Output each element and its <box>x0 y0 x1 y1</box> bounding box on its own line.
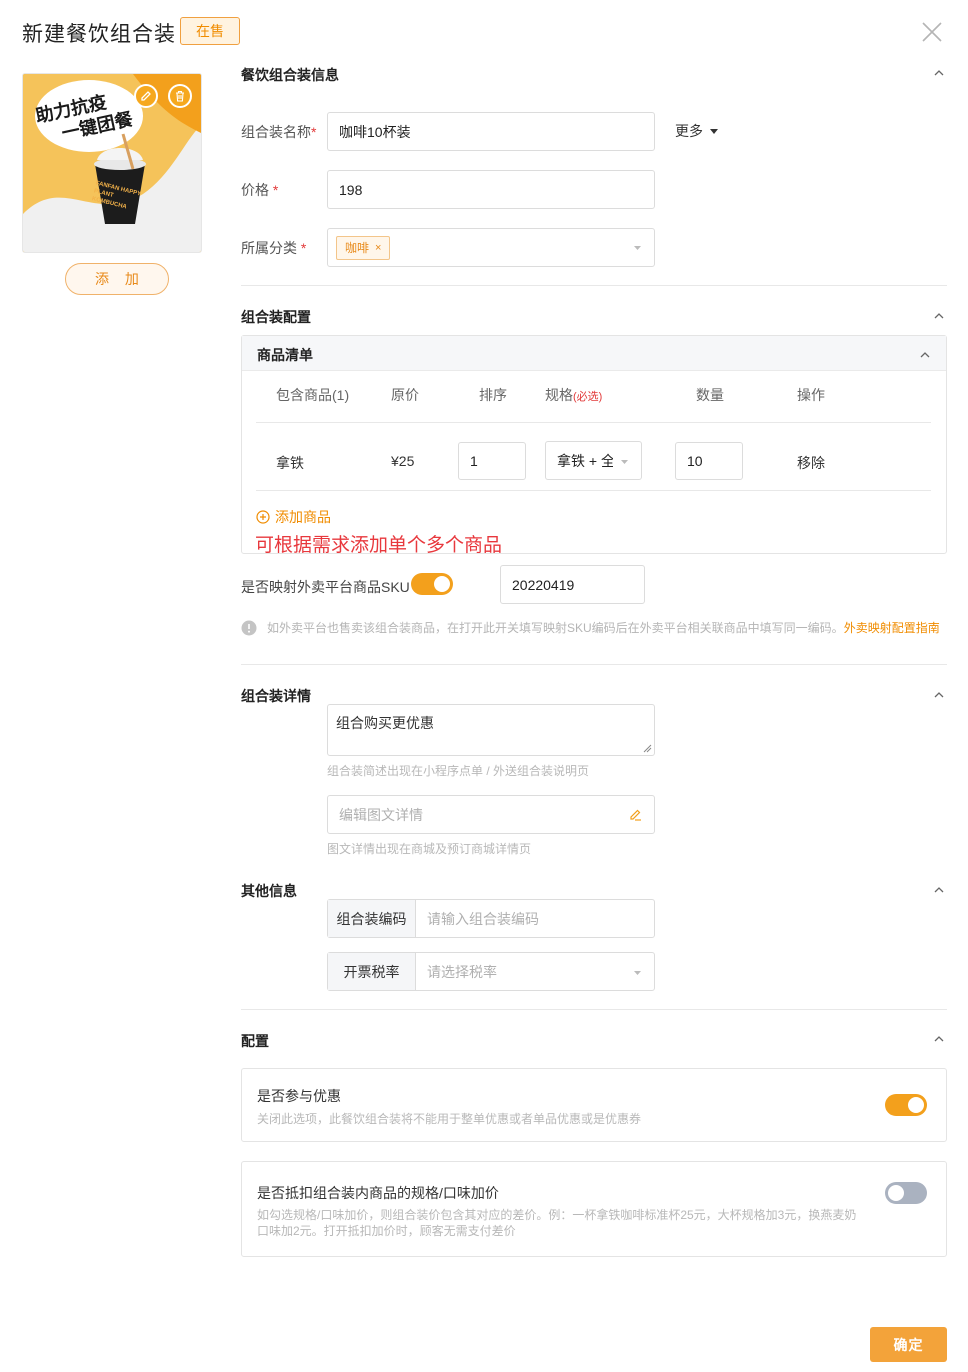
price-label: 价格 * <box>241 182 279 198</box>
sku-input[interactable]: 20220419 <box>500 565 645 604</box>
add-product-link[interactable]: 添加商品 <box>256 507 331 527</box>
caret-down-icon <box>710 129 718 134</box>
row-price: ¥25 <box>391 453 415 469</box>
description-textarea[interactable]: 组合购买更优惠 <box>327 704 655 756</box>
price-input[interactable]: 198 <box>327 170 655 209</box>
tax-rate-field[interactable]: 开票税率 请选择税率 <box>327 952 655 991</box>
more-dropdown[interactable]: 更多 <box>675 121 719 141</box>
combo-name-input[interactable]: 咖啡10杯装 <box>327 112 655 151</box>
sku-guide-link[interactable]: 外卖映射配置指南 <box>844 621 940 635</box>
discount-setting: 是否参与优惠 关闭此选项，此餐饮组合装将不能用于整单优惠或者单品优惠或是优惠券 <box>241 1068 947 1142</box>
discount-toggle[interactable] <box>885 1094 927 1116</box>
chevron-up-icon[interactable] <box>933 309 945 321</box>
info-icon <box>241 620 257 635</box>
row-sort-input[interactable]: 1 <box>458 442 526 480</box>
tax-rate-select[interactable]: 请选择税率 <box>416 953 654 990</box>
sku-toggle[interactable] <box>411 573 453 595</box>
sku-tip: 如外卖平台也售卖该组合装商品，在打开此开关填写映射SKU编码后在外卖平台相关联商… <box>241 619 940 636</box>
col-product: 包含商品(1) <box>276 387 350 403</box>
col-price: 原价 <box>391 387 419 403</box>
chevron-up-icon[interactable] <box>919 348 931 360</box>
category-select[interactable]: 咖啡 × <box>327 228 655 267</box>
combo-code-label: 组合装编码 <box>328 900 416 937</box>
resize-handle-icon <box>643 744 652 753</box>
offset-title: 是否抵扣组合装内商品的规格/口味加价 <box>257 1185 499 1201</box>
row-spec-select[interactable]: 拿铁 + 全 <box>545 441 642 480</box>
name-label: 组合装名称* <box>241 124 317 140</box>
col-sort: 排序 <box>479 387 507 403</box>
discount-title: 是否参与优惠 <box>257 1088 341 1104</box>
discount-desc: 关闭此选项，此餐饮组合装将不能用于整单优惠或者单品优惠或是优惠券 <box>257 1112 642 1126</box>
rich-detail-hint: 图文详情出现在商城及预订商城详情页 <box>327 842 532 856</box>
caret-down-icon <box>621 460 628 464</box>
section-title-basic: 餐饮组合装信息 <box>241 67 339 83</box>
edit-icon[interactable] <box>134 84 158 108</box>
status-badge: 在售 <box>180 17 240 45</box>
section-title-details: 组合装详情 <box>241 688 311 704</box>
row-product-name: 拿铁 <box>276 455 304 471</box>
section-title-other: 其他信息 <box>241 883 297 899</box>
caret-down-icon <box>634 971 641 975</box>
chevron-up-icon[interactable] <box>933 1032 945 1044</box>
tag-close-icon[interactable]: × <box>375 242 381 254</box>
close-icon[interactable] <box>920 20 944 44</box>
offset-toggle[interactable] <box>885 1182 927 1204</box>
chevron-up-icon[interactable] <box>933 688 945 700</box>
category-label: 所属分类 * <box>241 240 307 256</box>
confirm-button[interactable]: 确定 <box>870 1327 947 1362</box>
description-hint: 组合装简述出现在小程序点单 / 外送组合装说明页 <box>327 764 590 778</box>
combo-code-field[interactable]: 组合装编码 请输入组合装编码 <box>327 899 655 938</box>
chevron-up-icon[interactable] <box>933 883 945 895</box>
section-title-config: 组合装配置 <box>241 309 311 325</box>
product-list-title: 商品清单 <box>257 347 313 363</box>
category-tag: 咖啡 × <box>336 235 391 260</box>
add-image-button[interactable]: 添 加 <box>65 263 169 295</box>
plus-circle-icon <box>256 510 270 524</box>
sku-label: 是否映射外卖平台商品SKU <box>241 579 410 595</box>
section-title-settings: 配置 <box>241 1033 269 1049</box>
row-remove-link[interactable]: 移除 <box>797 453 825 473</box>
rich-detail-editor[interactable]: 编辑图文详情 <box>327 795 655 834</box>
col-spec: 规格(必选) <box>545 387 603 403</box>
col-action: 操作 <box>797 387 825 403</box>
page-title: 新建餐饮组合装 <box>22 23 176 46</box>
caret-down-icon <box>634 246 641 250</box>
col-qty: 数量 <box>696 387 724 403</box>
edit-pen-icon <box>630 809 641 821</box>
delete-icon[interactable] <box>168 84 192 108</box>
chevron-up-icon[interactable] <box>933 66 945 78</box>
tax-rate-label: 开票税率 <box>328 953 416 990</box>
row-qty-input[interactable]: 10 <box>675 442 743 480</box>
combo-image: 助力抗疫 一键团餐 FANFAN HAPPY PLANT KOMBUCHA <box>22 73 202 253</box>
offset-setting: 是否抵扣组合装内商品的规格/口味加价 如勾选规格/口味加价，则组合装价包含其对应… <box>241 1161 947 1257</box>
offset-desc: 如勾选规格/口味加价，则组合装价包含其对应的差价。例：一杯拿铁咖啡标准杯25元，… <box>257 1208 857 1238</box>
annotation-hint: 可根据需求添加单个多个商品 <box>255 535 503 556</box>
combo-code-input[interactable]: 请输入组合装编码 <box>416 900 654 937</box>
